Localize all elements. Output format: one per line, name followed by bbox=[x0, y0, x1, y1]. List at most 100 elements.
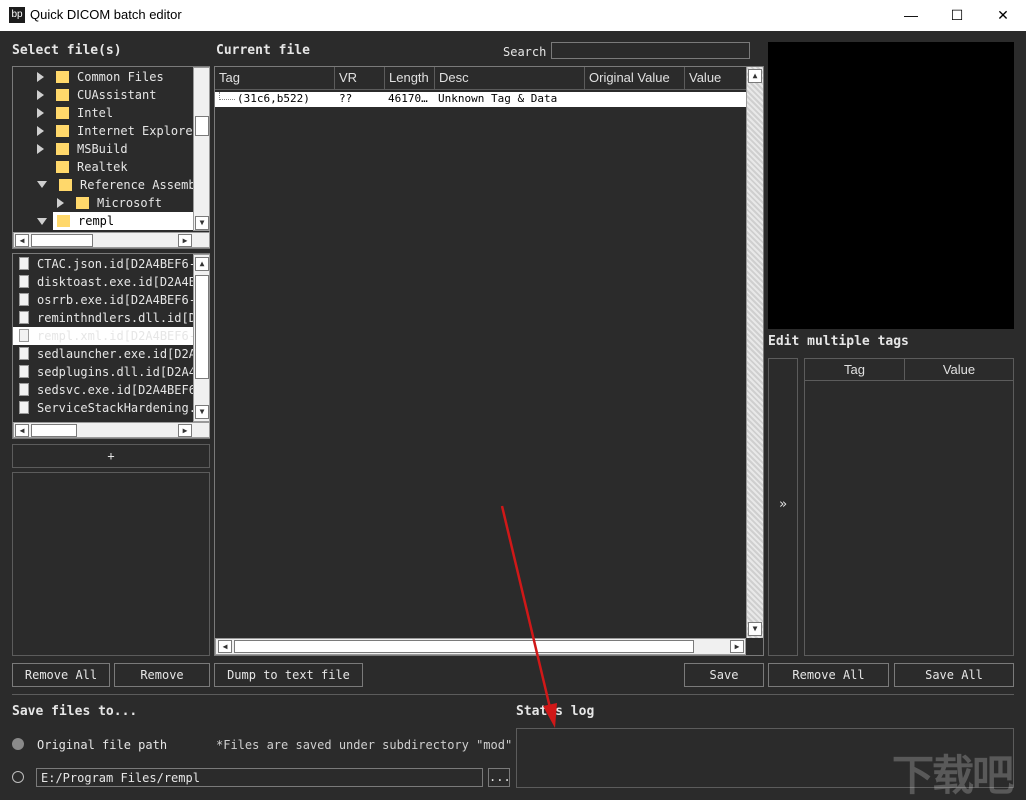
folder-tree-list: Common Files CUAssistant Intel Internet Exp… bbox=[13, 67, 193, 231]
file-scroll-left-button[interactable]: ◀ bbox=[15, 424, 29, 437]
expand-arrow-icon[interactable] bbox=[37, 126, 44, 136]
file-item-label: sedlauncher.exe.id[D2A bbox=[37, 347, 193, 361]
tree-scroll-left-button[interactable]: ◀ bbox=[15, 234, 29, 247]
dump-to-text-button[interactable]: Dump to text file bbox=[214, 663, 363, 687]
remove-file-button[interactable]: Remove bbox=[114, 663, 210, 687]
expand-arrow-icon[interactable] bbox=[37, 108, 44, 118]
tree-item[interactable]: Common Files bbox=[13, 68, 193, 86]
file-item[interactable]: CTAC.json.id[D2A4BEF6- bbox=[13, 255, 193, 273]
table-scroll-up-button[interactable]: ▲ bbox=[748, 69, 762, 83]
arrow-shaft bbox=[500, 505, 553, 713]
app-icon: bp bbox=[9, 7, 25, 23]
column-desc[interactable]: Desc bbox=[435, 67, 585, 89]
folder-icon bbox=[56, 143, 69, 155]
file-item[interactable]: ServiceStackHardening. bbox=[13, 399, 193, 417]
file-item[interactable]: sedplugins.dll.id[D2A4 bbox=[13, 363, 193, 381]
column-value[interactable]: Value bbox=[685, 67, 746, 89]
multi-tag-table[interactable]: Tag Value bbox=[804, 358, 1014, 656]
tree-item[interactable]: Microsoft bbox=[13, 194, 193, 212]
table-scroll-right-button[interactable]: ▶ bbox=[730, 640, 744, 653]
tree-item[interactable]: CUAssistant bbox=[13, 86, 193, 104]
original-path-radio[interactable] bbox=[12, 738, 24, 750]
collapse-arrow-icon[interactable] bbox=[37, 218, 47, 225]
remove-all-files-button[interactable]: Remove All bbox=[12, 663, 110, 687]
file-scroll-right-button[interactable]: ▶ bbox=[178, 424, 192, 437]
remove-all-tags-button[interactable]: Remove All bbox=[768, 663, 889, 687]
save-all-button[interactable]: Save All bbox=[894, 663, 1014, 687]
file-item[interactable]: sedsvc.exe.id[D2A4BEF6 bbox=[13, 381, 193, 399]
title-bar: bp Quick DICOM batch editor — ☐ ✕ bbox=[0, 0, 1026, 31]
file-item[interactable]: sedlauncher.exe.id[D2A bbox=[13, 345, 193, 363]
file-hscroll-thumb[interactable] bbox=[31, 424, 77, 437]
file-list[interactable]: CTAC.json.id[D2A4BEF6- disktoast.exe.id[D… bbox=[12, 253, 210, 439]
table-hscroll-thumb[interactable] bbox=[234, 640, 694, 653]
table-horizontal-scrollbar[interactable]: ◀ ▶ bbox=[215, 638, 746, 655]
table-scroll-down-button[interactable]: ▼ bbox=[748, 622, 762, 636]
tree-hscroll-thumb[interactable] bbox=[31, 234, 93, 247]
expand-arrow-icon[interactable] bbox=[37, 90, 44, 100]
tree-item[interactable]: Realtek bbox=[13, 158, 193, 176]
tree-horizontal-scrollbar[interactable]: ◀ ▶ bbox=[13, 232, 210, 248]
expand-arrow-icon[interactable] bbox=[37, 144, 44, 154]
column-length[interactable]: Length bbox=[385, 67, 435, 89]
tree-scroll-down-button[interactable]: ▼ bbox=[195, 216, 209, 230]
image-preview bbox=[768, 42, 1014, 329]
selected-files-list[interactable] bbox=[12, 472, 210, 656]
table-vertical-scrollbar[interactable]: ▲ ▼ bbox=[746, 67, 763, 638]
tag-table[interactable]: Tag VR Length Desc Original Value Value … bbox=[214, 66, 764, 656]
file-item[interactable]: reminthndlers.dll.id[D bbox=[13, 309, 193, 327]
multi-column-tag[interactable]: Tag bbox=[805, 359, 905, 381]
column-vr[interactable]: VR bbox=[335, 67, 385, 89]
file-scroll-down-button[interactable]: ▼ bbox=[195, 405, 209, 419]
document-icon bbox=[19, 365, 29, 378]
save-button[interactable]: Save bbox=[684, 663, 764, 687]
column-original-value[interactable]: Original Value bbox=[585, 67, 685, 89]
column-tag[interactable]: Tag bbox=[215, 67, 335, 89]
file-item-label: disktoast.exe.id[D2A4B bbox=[37, 275, 193, 289]
tree-scroll-right-button[interactable]: ▶ bbox=[178, 234, 192, 247]
transfer-panel: » bbox=[768, 358, 798, 656]
file-list-horizontal-scrollbar[interactable]: ◀ ▶ bbox=[13, 422, 210, 438]
maximize-button[interactable]: ☐ bbox=[934, 0, 980, 31]
document-icon bbox=[19, 275, 29, 288]
add-file-button[interactable]: + bbox=[12, 444, 210, 468]
tree-scroll-thumb[interactable] bbox=[195, 116, 209, 136]
file-item[interactable]: disktoast.exe.id[D2A4B bbox=[13, 273, 193, 291]
table-row[interactable]: (31c6,b522) ?? 46170… Unknown Tag & Data bbox=[215, 92, 746, 107]
folder-icon bbox=[56, 71, 69, 83]
file-item[interactable]: rempl.xml.id[D2A4BEF6- bbox=[13, 327, 193, 345]
file-list-vertical-scrollbar[interactable]: ▲ ▼ bbox=[193, 254, 210, 422]
file-item-label: osrrb.exe.id[D2A4BEF6- bbox=[37, 293, 193, 307]
expand-arrow-icon[interactable] bbox=[57, 198, 64, 208]
table-scroll-left-button[interactable]: ◀ bbox=[218, 640, 232, 653]
transfer-button[interactable]: » bbox=[769, 497, 797, 517]
file-item-label: ServiceStackHardening. bbox=[37, 401, 193, 415]
tree-item[interactable]: Internet Explorer bbox=[13, 122, 193, 140]
tree-vertical-scrollbar[interactable]: ▼ bbox=[193, 67, 210, 231]
expand-arrow-icon[interactable] bbox=[37, 72, 44, 82]
tree-item[interactable]: Reference Assembl bbox=[13, 176, 193, 194]
file-scroll-up-button[interactable]: ▲ bbox=[195, 257, 209, 271]
browse-button[interactable]: ... bbox=[488, 768, 511, 787]
custom-path-radio[interactable] bbox=[12, 771, 24, 783]
folder-icon bbox=[59, 179, 72, 191]
folder-tree[interactable]: Common Files CUAssistant Intel Internet Exp… bbox=[12, 66, 210, 249]
file-item-label: rempl.xml.id[D2A4BEF6- bbox=[37, 329, 193, 343]
tree-item-label: Reference Assembl bbox=[80, 178, 193, 192]
tree-item[interactable]: rempl bbox=[53, 212, 193, 230]
close-button[interactable]: ✕ bbox=[980, 0, 1026, 31]
folder-icon bbox=[56, 89, 69, 101]
document-icon bbox=[19, 347, 29, 360]
tree-item[interactable]: MSBuild bbox=[13, 140, 193, 158]
minimize-button[interactable]: — bbox=[888, 0, 934, 31]
save-path-input[interactable] bbox=[36, 768, 483, 787]
current-file-label: Current file bbox=[216, 43, 310, 58]
file-list-items: CTAC.json.id[D2A4BEF6- disktoast.exe.id[D… bbox=[13, 254, 193, 422]
file-item[interactable]: osrrb.exe.id[D2A4BEF6- bbox=[13, 291, 193, 309]
collapse-arrow-icon[interactable] bbox=[37, 181, 47, 188]
search-input[interactable] bbox=[551, 42, 750, 59]
tree-item[interactable]: Intel bbox=[13, 104, 193, 122]
save-files-to-label: Save files to... bbox=[12, 704, 138, 719]
multi-column-value[interactable]: Value bbox=[905, 359, 1013, 381]
file-scroll-thumb[interactable] bbox=[195, 275, 209, 379]
